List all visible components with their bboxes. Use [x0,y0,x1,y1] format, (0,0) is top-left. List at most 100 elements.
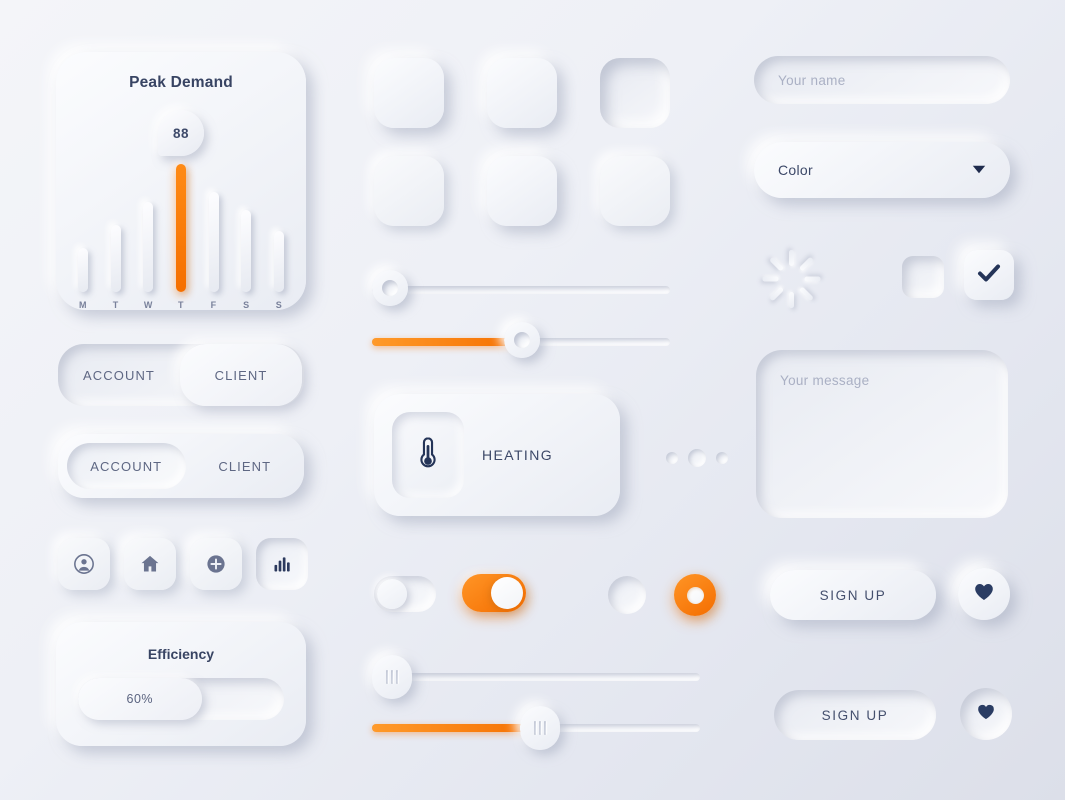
signup-button-label: SIGN UP [819,587,887,603]
bar [241,210,252,292]
segment-account-active[interactable]: ACCOUNT [67,443,186,489]
name-input-placeholder: Your name [778,72,846,88]
slider-track[interactable] [372,673,700,681]
pagination-dot-3[interactable] [716,452,728,464]
radio-button-on[interactable] [674,574,716,616]
checkbox-checked[interactable] [964,250,1014,300]
radio-button-off[interactable] [608,576,646,614]
segment-client-inactive[interactable]: CLIENT [186,434,305,498]
spinner-spoke [788,292,794,308]
spinner-icon [760,248,822,310]
toggle-knob [377,579,407,609]
icon-button-row [58,536,308,592]
round-slider-empty[interactable] [372,270,670,310]
slider-knob[interactable] [372,270,408,306]
peak-demand-value-badge: 88 [158,110,204,156]
heating-label: HEATING [482,447,553,463]
signup-button-raised[interactable]: SIGN UP [770,570,936,620]
checkbox-unchecked[interactable] [902,256,944,298]
square-button-3[interactable] [600,58,670,128]
spinner-spoke [768,256,784,272]
bar-column [78,164,88,292]
square-button-6[interactable] [600,156,670,226]
segmented-control-account-client-inset[interactable]: ACCOUNT CLIENT [58,434,304,498]
user-button[interactable] [58,538,110,590]
message-textarea-placeholder: Your message [780,373,870,388]
slider-track[interactable] [372,286,670,294]
user-icon [73,553,95,575]
efficiency-value-label: 60% [126,692,154,706]
toggle-switch-on[interactable] [462,574,526,612]
bar [143,202,154,292]
spinner-spoke [762,276,778,282]
segment-client[interactable]: CLIENT [180,344,302,406]
color-select[interactable]: Color [754,142,1010,198]
slider-grip-knob[interactable] [520,706,560,750]
bar-axis-label: W [143,300,153,310]
spinner-spoke [788,250,794,266]
bar-column [110,164,121,292]
add-button[interactable] [190,538,242,590]
name-input[interactable]: Your name [754,56,1010,104]
signup-button-label: SIGN UP [821,707,889,723]
grip-slider-empty[interactable] [372,655,700,699]
favorite-button-inset[interactable] [960,688,1012,740]
grip-line [386,670,388,684]
toggle-switch-off[interactable] [374,576,436,612]
thermometer-icon [415,436,441,475]
bar-axis-label: T [178,300,184,310]
grip-line [396,670,398,684]
message-textarea[interactable]: Your message [756,350,1008,518]
bar-column [208,164,219,292]
bar-axis-label: S [243,300,250,310]
spinner-spoke [798,286,814,302]
efficiency-progress-fill: 60% [78,678,202,720]
grip-slider-filled[interactable] [372,706,700,750]
bar-column [273,164,284,292]
slider-fill [372,338,522,346]
bar-column [143,164,154,292]
peak-demand-bar-chart [78,164,284,292]
bar [78,248,88,292]
toggle-knob [491,577,523,609]
segmented-control-account-client-raised[interactable]: ACCOUNT CLIENT [58,344,304,406]
efficiency-title: Efficiency [147,646,215,662]
round-slider-filled[interactable] [372,322,670,362]
heating-card[interactable]: HEATING [374,394,620,516]
signup-button-inset[interactable]: SIGN UP [774,690,936,740]
square-button-1[interactable] [374,58,444,128]
favorite-button-raised[interactable] [958,568,1010,620]
home-button[interactable] [124,538,176,590]
chevron-down-icon[interactable] [972,161,986,179]
plus-circle-icon [205,553,227,575]
pagination-dot-1[interactable] [666,452,678,464]
slider-fill [372,724,538,732]
square-button-2[interactable] [487,58,557,128]
spinner-spoke [804,276,820,282]
slider-grip-knob[interactable] [372,655,412,699]
peak-demand-value: 88 [172,125,190,141]
efficiency-card: Efficiency 60% [56,622,306,746]
pagination-dots[interactable] [666,446,728,470]
efficiency-progress-track[interactable]: 60% [78,678,284,720]
check-icon [977,263,1001,288]
stats-button[interactable] [256,538,308,590]
bar-axis-label: M [79,300,87,310]
peak-demand-card: Peak Demand 88 M T W T F S S [56,52,306,310]
heating-icon-container [392,412,464,498]
bar-axis-label: F [210,300,217,310]
ui-kit-canvas: Peak Demand 88 M T W T F S S ACCOUNT CLIENT AC… [0,0,1065,800]
grip-line [534,721,536,735]
square-button-4[interactable] [374,156,444,226]
bar-column [241,164,252,292]
slider-knob[interactable] [504,322,540,358]
pagination-dot-2-active[interactable] [688,449,706,467]
spinner-spoke [798,256,814,272]
home-icon [139,553,161,575]
square-button-5[interactable] [487,156,557,226]
color-select-value: Color [778,162,813,178]
peak-demand-title: Peak Demand [129,74,233,91]
bar-chart-icon [272,554,292,574]
heart-icon [977,704,995,725]
segment-account[interactable]: ACCOUNT [58,344,180,406]
